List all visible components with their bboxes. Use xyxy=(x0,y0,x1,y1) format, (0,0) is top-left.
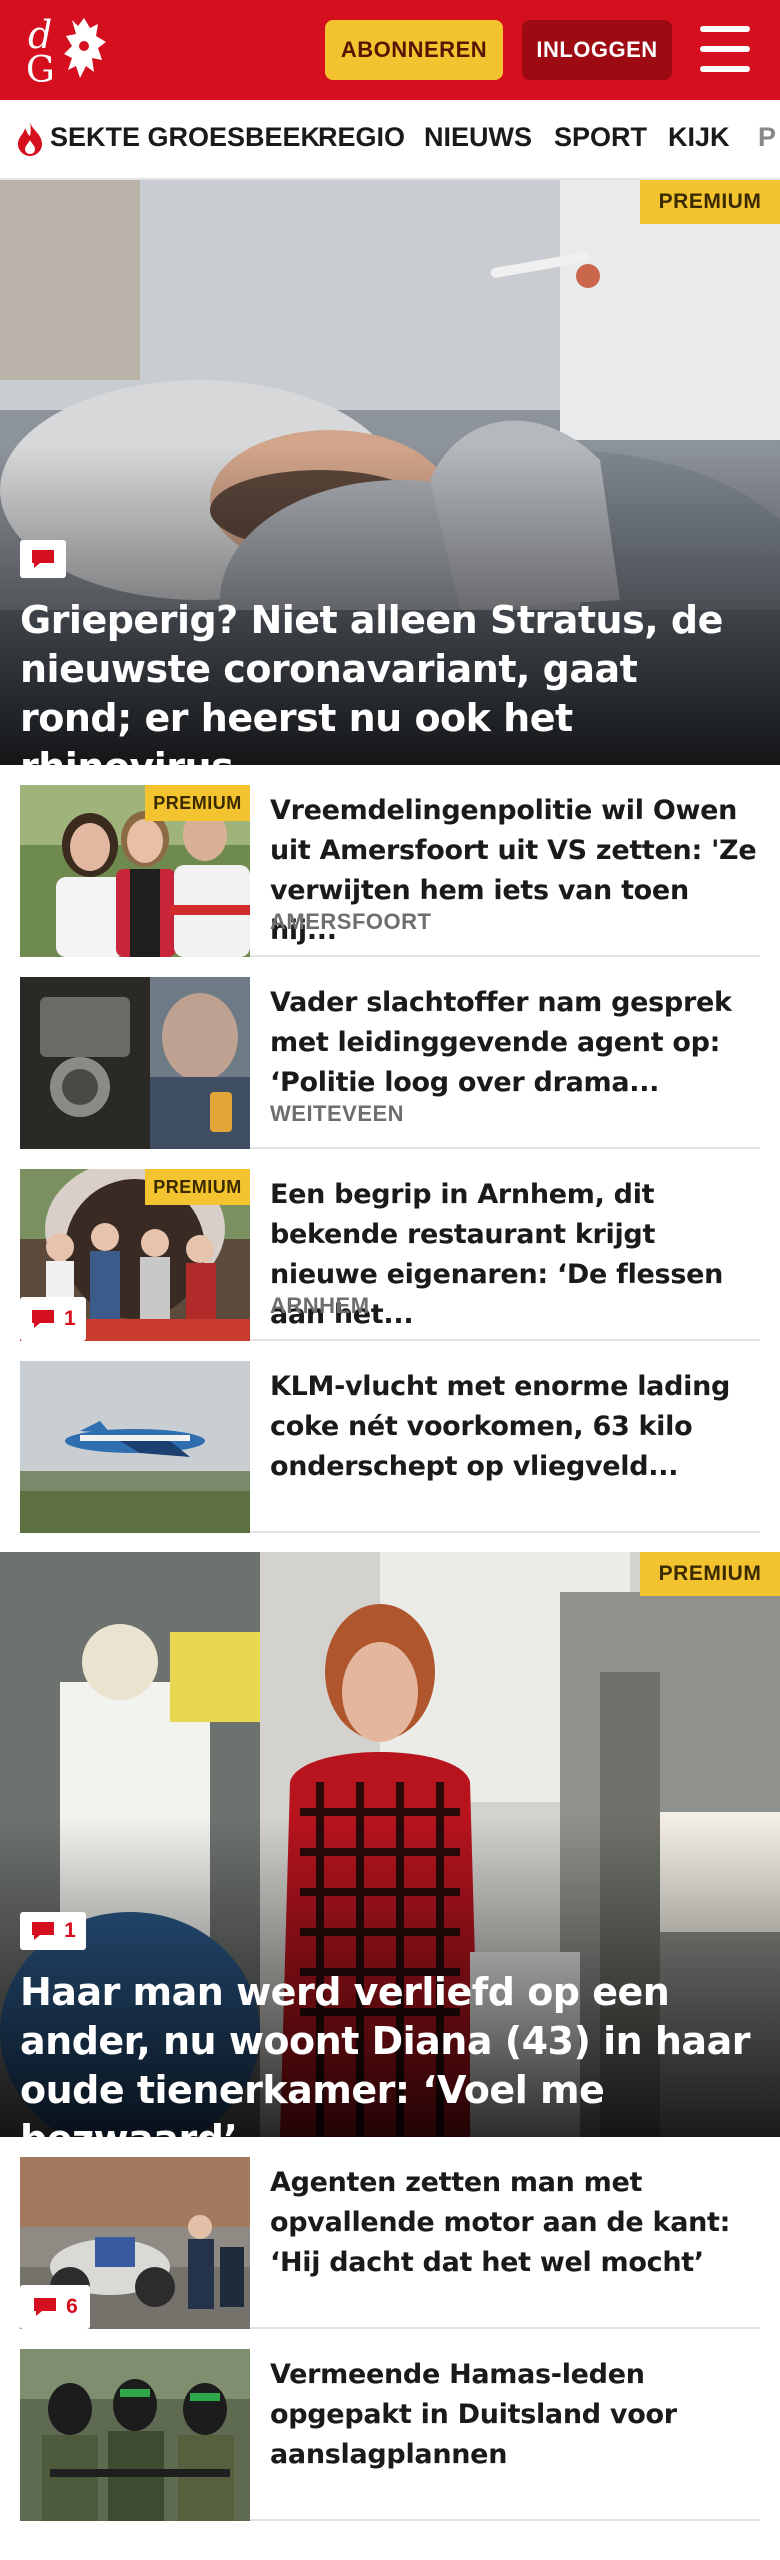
list-item[interactable]: KLM-vlucht met enorme lading coke nét vo… xyxy=(20,1361,760,1533)
article-location: WEITEVEEN xyxy=(270,1101,405,1126)
comment-count: 1 xyxy=(64,1307,76,1330)
nav-item-sekte-groesbeek[interactable]: SEKTE GROESBEEK xyxy=(50,122,320,153)
article-thumbnail xyxy=(20,977,250,1149)
nav-item-kijk[interactable]: KIJK xyxy=(668,122,730,153)
premium-badge: PREMIUM xyxy=(145,785,250,821)
premium-badge: PREMIUM xyxy=(640,1552,780,1596)
hamburger-menu-icon[interactable] xyxy=(700,26,750,72)
article-title[interactable]: Vermeende Hamas-leden opgepakt in Duitsl… xyxy=(270,2355,760,2475)
nav-item-sport[interactable]: SPORT xyxy=(554,122,647,153)
flame-icon xyxy=(18,122,42,156)
article-thumbnail xyxy=(20,1361,250,1533)
comment-icon xyxy=(34,2298,57,2316)
comment-count: 6 xyxy=(66,2295,78,2318)
article-title[interactable]: Vader slachtoffer nam gesprek met leidin… xyxy=(270,983,760,1103)
svg-text:G: G xyxy=(26,50,55,88)
list-item[interactable]: Vader slachtoffer nam gesprek met leidin… xyxy=(20,977,760,1149)
premium-badge: PREMIUM xyxy=(640,180,780,224)
top-bar: d G ABONNEREN INLOGGEN xyxy=(0,0,780,100)
premium-badge: PREMIUM xyxy=(145,1169,250,1205)
comment-badge xyxy=(20,540,66,578)
comment-badge: 6 xyxy=(20,2285,90,2329)
list-item[interactable]: PREMIUM 1 Een begrip in Arnhem, dit beke… xyxy=(20,1169,760,1341)
article-title[interactable]: KLM-vlucht met enorme lading coke nét vo… xyxy=(270,1367,760,1487)
hero-article-2[interactable]: PREMIUM 1 Haar man werd verliefd op een … xyxy=(0,1552,780,2137)
nav-item-more[interactable]: P xyxy=(758,122,776,153)
hero-article-1[interactable]: PREMIUM Grieperig? Niet alleen Stratus, … xyxy=(0,180,780,765)
article-location: AMERSFOORT xyxy=(270,909,432,934)
list-item[interactable]: Vermeende Hamas-leden opgepakt in Duitsl… xyxy=(20,2349,760,2521)
list-item[interactable]: PREMIUM Vreemdelingenpolitie wil Owen ui… xyxy=(20,785,760,957)
comment-icon xyxy=(32,1922,55,1940)
hero-title[interactable]: Haar man werd verliefd op een ander, nu … xyxy=(20,1968,760,2137)
hero-title[interactable]: Grieperig? Niet alleen Stratus, de nieuw… xyxy=(20,596,760,765)
comment-icon xyxy=(32,1310,54,1328)
comment-count: 1 xyxy=(64,1919,76,1942)
subscribe-button[interactable]: ABONNEREN xyxy=(325,20,503,80)
comment-badge: 1 xyxy=(20,1297,86,1341)
login-button[interactable]: INLOGGEN xyxy=(522,20,672,80)
article-location: ARNHEM xyxy=(270,1293,370,1318)
nav-item-regio[interactable]: REGIO xyxy=(318,122,405,153)
comment-badge: 1 xyxy=(20,1912,86,1950)
list-item[interactable]: 6 Agenten zetten man met opvallende moto… xyxy=(20,2157,760,2329)
logo-icon[interactable]: d G xyxy=(20,12,120,88)
section-nav: SEKTE GROESBEEK REGIO NIEUWS SPORT KIJK … xyxy=(0,100,780,180)
nav-item-nieuws[interactable]: NIEUWS xyxy=(424,122,532,153)
article-thumbnail xyxy=(20,2349,250,2521)
article-title[interactable]: Agenten zetten man met opvallende motor … xyxy=(270,2163,760,2283)
comment-icon xyxy=(32,550,54,568)
